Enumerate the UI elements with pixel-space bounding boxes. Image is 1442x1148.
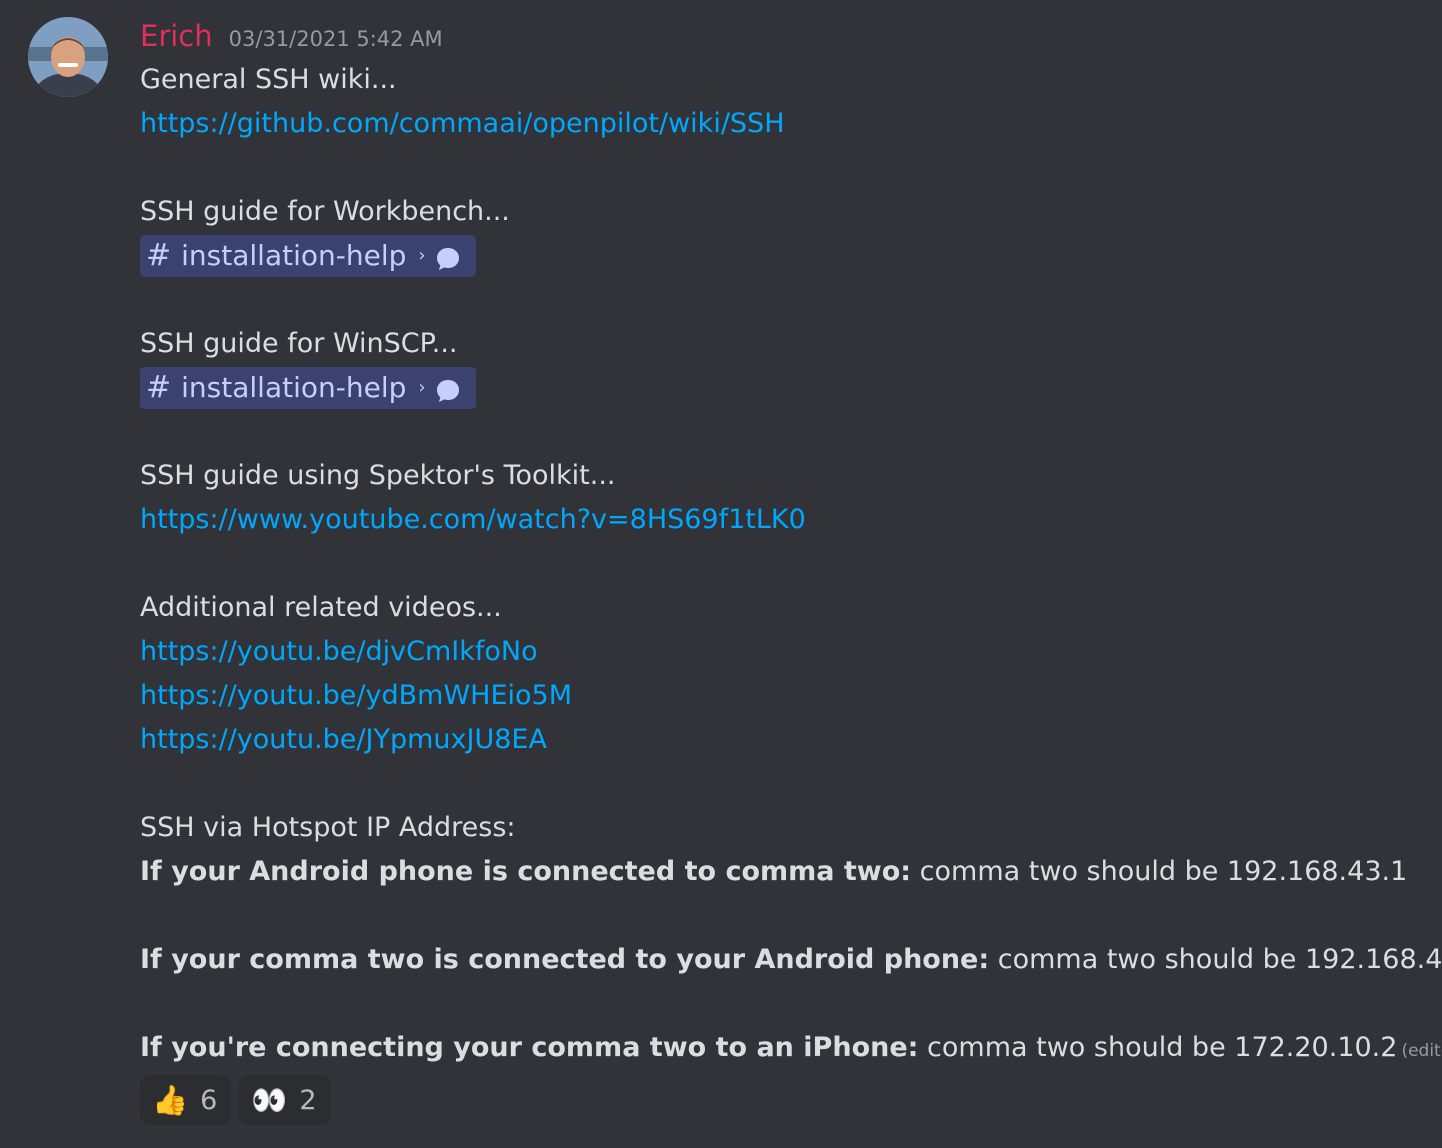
link-youtu-be-1[interactable]: https://youtu.be/djvCmIkfoNo	[140, 636, 538, 667]
bold-text: If your comma two is connected to your A…	[140, 944, 990, 975]
edited-label: (edited)	[1401, 1041, 1442, 1061]
chat-message: Erich 03/31/2021 5:42 AM General SSH wik…	[0, 0, 1442, 1148]
bold-text: If you're connecting your comma two to a…	[140, 1032, 919, 1063]
text-line: If you're connecting your comma two to a…	[140, 1026, 1442, 1070]
text-line: SSH guide for Workbench...	[140, 196, 510, 227]
text-line: If your Android phone is connected to co…	[140, 850, 1430, 894]
text-line: Additional related videos...	[140, 592, 502, 623]
eyes-icon: 👀	[251, 1082, 288, 1117]
message-content: General SSH wiki... https://github.com/c…	[140, 58, 1442, 1070]
thread-bubble-icon	[434, 374, 462, 402]
link-youtube-spektor[interactable]: https://www.youtube.com/watch?v=8HS69f1t…	[140, 504, 806, 535]
bold-text: If your Android phone is connected to co…	[140, 856, 912, 887]
channel-hash-icon: #	[146, 238, 172, 273]
thumbs-up-icon: 👍	[152, 1082, 189, 1117]
reaction-eyes[interactable]: 👀 2	[239, 1075, 331, 1125]
text-span: comma two should be 172.20.10.2	[918, 1032, 1398, 1063]
text-span: comma two should be 192.168.43.1	[911, 856, 1408, 887]
reactions-bar: 👍 6 👀 2	[140, 1075, 331, 1125]
channel-mention[interactable]: # installation-help ›	[140, 235, 476, 277]
thread-bubble-icon	[434, 242, 462, 270]
reaction-count: 6	[200, 1084, 218, 1116]
channel-hash-icon: #	[146, 370, 172, 405]
channel-mention[interactable]: # installation-help ›	[140, 367, 476, 409]
username[interactable]: Erich	[140, 16, 213, 56]
reaction-thumbs-up[interactable]: 👍 6	[140, 1075, 232, 1125]
text-line: If your comma two is connected to your A…	[140, 938, 1442, 982]
text-line: SSH guide using Spektor's Toolkit...	[140, 460, 616, 491]
channel-mention-name: installation-help	[181, 239, 407, 272]
chevron-right-icon: ›	[418, 377, 426, 398]
timestamp[interactable]: 03/31/2021 5:42 AM	[229, 19, 443, 59]
text-span: comma two should be 192.168.43.2	[989, 944, 1442, 975]
chevron-right-icon: ›	[418, 245, 426, 266]
link-youtu-be-3[interactable]: https://youtu.be/JYpmuxJU8EA	[140, 724, 547, 755]
text-line: SSH via Hotspot IP Address:	[140, 812, 516, 843]
channel-mention-name: installation-help	[181, 371, 407, 404]
link-ssh-wiki[interactable]: https://github.com/commaai/openpilot/wik…	[140, 108, 785, 139]
link-youtu-be-2[interactable]: https://youtu.be/ydBmWHEio5M	[140, 680, 572, 711]
text-line: General SSH wiki...	[140, 64, 397, 95]
text-line: SSH guide for WinSCP...	[140, 328, 458, 359]
message-header: Erich 03/31/2021 5:42 AM	[140, 16, 443, 56]
avatar[interactable]	[28, 17, 108, 97]
reaction-count: 2	[299, 1084, 317, 1116]
